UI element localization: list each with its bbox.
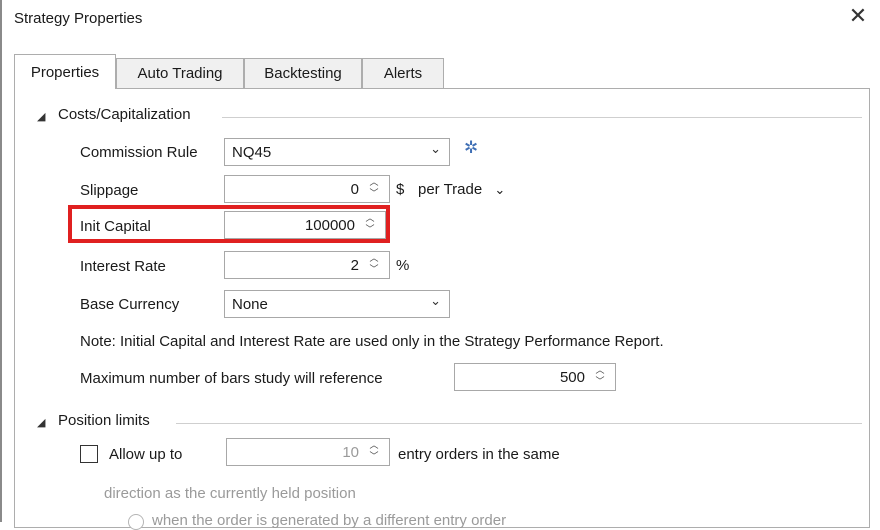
spin-arrows-icon[interactable]: ︿ ﹀	[363, 213, 377, 235]
allow-up-to-stepper[interactable]: 10 ︿ ﹀	[226, 438, 390, 466]
slippage-stepper[interactable]: 0 ︿ ﹀	[224, 175, 390, 203]
allow-up-to-value: 10	[342, 444, 359, 461]
close-icon[interactable]: ✕	[846, 4, 870, 28]
tab-backtesting[interactable]: Backtesting	[244, 58, 362, 88]
base-currency-value: None	[232, 296, 268, 313]
init-capital-label: Init Capital	[80, 218, 151, 235]
slippage-unit: $	[396, 181, 405, 198]
direction-text: direction as the currently held position	[104, 485, 356, 502]
base-currency-select[interactable]: None ⌄	[224, 290, 450, 318]
max-bars-stepper[interactable]: 500 ︿ ﹀	[454, 363, 616, 391]
commission-rule-value: NQ45	[232, 144, 272, 161]
section-divider	[222, 117, 862, 118]
allow-up-to-checkbox[interactable]	[80, 445, 98, 463]
max-bars-label: Maximum number of bars study will refere…	[80, 370, 383, 387]
window-title: Strategy Properties	[14, 10, 143, 27]
interest-rate-value: 2	[350, 257, 359, 274]
init-capital-value: 100000	[304, 217, 355, 234]
base-currency-label: Base Currency	[80, 296, 180, 313]
tab-properties[interactable]: Properties	[14, 54, 116, 89]
spin-arrows-icon[interactable]: ︿ ﹀	[367, 177, 381, 199]
section-title-costs: Costs/Capitalization	[58, 106, 191, 123]
entry-orders-label: entry orders in the same	[398, 446, 560, 463]
interest-rate-label: Interest Rate	[80, 258, 166, 275]
spin-arrows-icon[interactable]: ︿ ﹀	[593, 365, 607, 387]
slippage-label: Slippage	[80, 182, 139, 199]
gear-icon[interactable]: ✲	[464, 138, 478, 158]
tab-auto-trading[interactable]: Auto Trading	[116, 58, 244, 88]
section-title-position-limits: Position limits	[58, 412, 150, 429]
chevron-down-icon: ⌄	[430, 293, 441, 308]
slippage-value: 0	[350, 181, 359, 198]
collapse-arrow-icon[interactable]: ◢	[37, 110, 45, 123]
collapse-arrow-icon[interactable]: ◢	[37, 416, 45, 429]
chevron-down-icon: ⌄	[430, 141, 441, 156]
spin-arrows-icon[interactable]: ︿ ﹀	[367, 440, 381, 462]
init-capital-stepper[interactable]: 100000 ︿ ﹀	[224, 211, 386, 239]
tab-alerts[interactable]: Alerts	[362, 58, 444, 88]
commission-rule-select[interactable]: NQ45 ⌄	[224, 138, 450, 166]
spin-arrows-icon[interactable]: ︿ ﹀	[367, 253, 381, 275]
chevron-down-icon: ⌄	[494, 182, 506, 197]
capital-note: Note: Initial Capital and Interest Rate …	[80, 333, 664, 350]
interest-rate-stepper[interactable]: 2 ︿ ﹀	[224, 251, 390, 279]
interest-rate-unit: %	[396, 257, 410, 274]
slippage-mode-value: per Trade	[418, 181, 483, 198]
different-entry-radio[interactable]	[128, 514, 144, 530]
different-entry-label: when the order is generated by a differe…	[152, 512, 507, 529]
max-bars-value: 500	[559, 369, 585, 386]
commission-rule-label: Commission Rule	[80, 144, 198, 161]
allow-up-to-label: Allow up to	[109, 446, 183, 463]
section-divider	[176, 423, 862, 424]
window-left-edge	[0, 0, 2, 522]
slippage-mode-select[interactable]: per Trade ⌄	[418, 181, 505, 198]
